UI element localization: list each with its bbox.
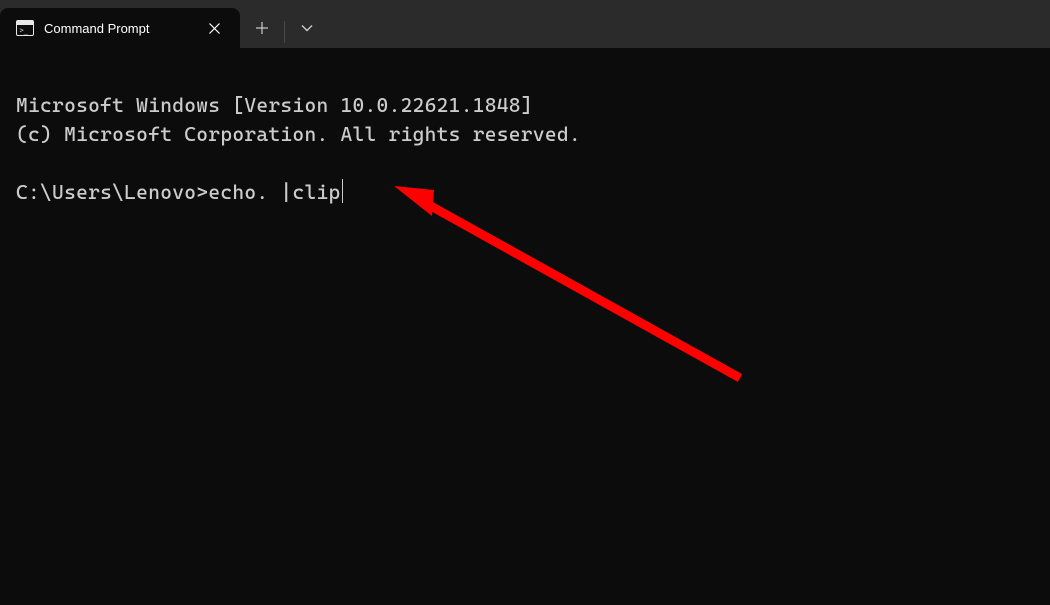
tab-dropdown-button[interactable] [285, 8, 329, 48]
text-cursor [342, 179, 344, 203]
terminal-output[interactable]: Microsoft Windows [Version 10.0.22621.18… [0, 48, 1050, 250]
titlebar-actions [240, 8, 329, 48]
chevron-down-icon [301, 24, 313, 32]
banner-line-1: Microsoft Windows [Version 10.0.22621.18… [16, 93, 533, 117]
svg-text:>_: >_ [20, 27, 29, 35]
banner-line-2: (c) Microsoft Corporation. All rights re… [16, 122, 581, 146]
plus-icon [256, 22, 268, 34]
prompt-line: C:\Users\Lenovo>echo. |clip [16, 178, 1034, 207]
close-icon [209, 23, 220, 34]
tab-command-prompt[interactable]: >_ Command Prompt [0, 8, 240, 48]
terminal-icon: >_ [16, 19, 34, 37]
prompt-path: C:\Users\Lenovo> [16, 178, 208, 207]
tab-close-button[interactable] [200, 14, 228, 42]
tab-title: Command Prompt [44, 21, 190, 36]
new-tab-button[interactable] [240, 8, 284, 48]
typed-command: echo. |clip [208, 178, 340, 207]
window-titlebar: >_ Command Prompt [0, 0, 1050, 48]
